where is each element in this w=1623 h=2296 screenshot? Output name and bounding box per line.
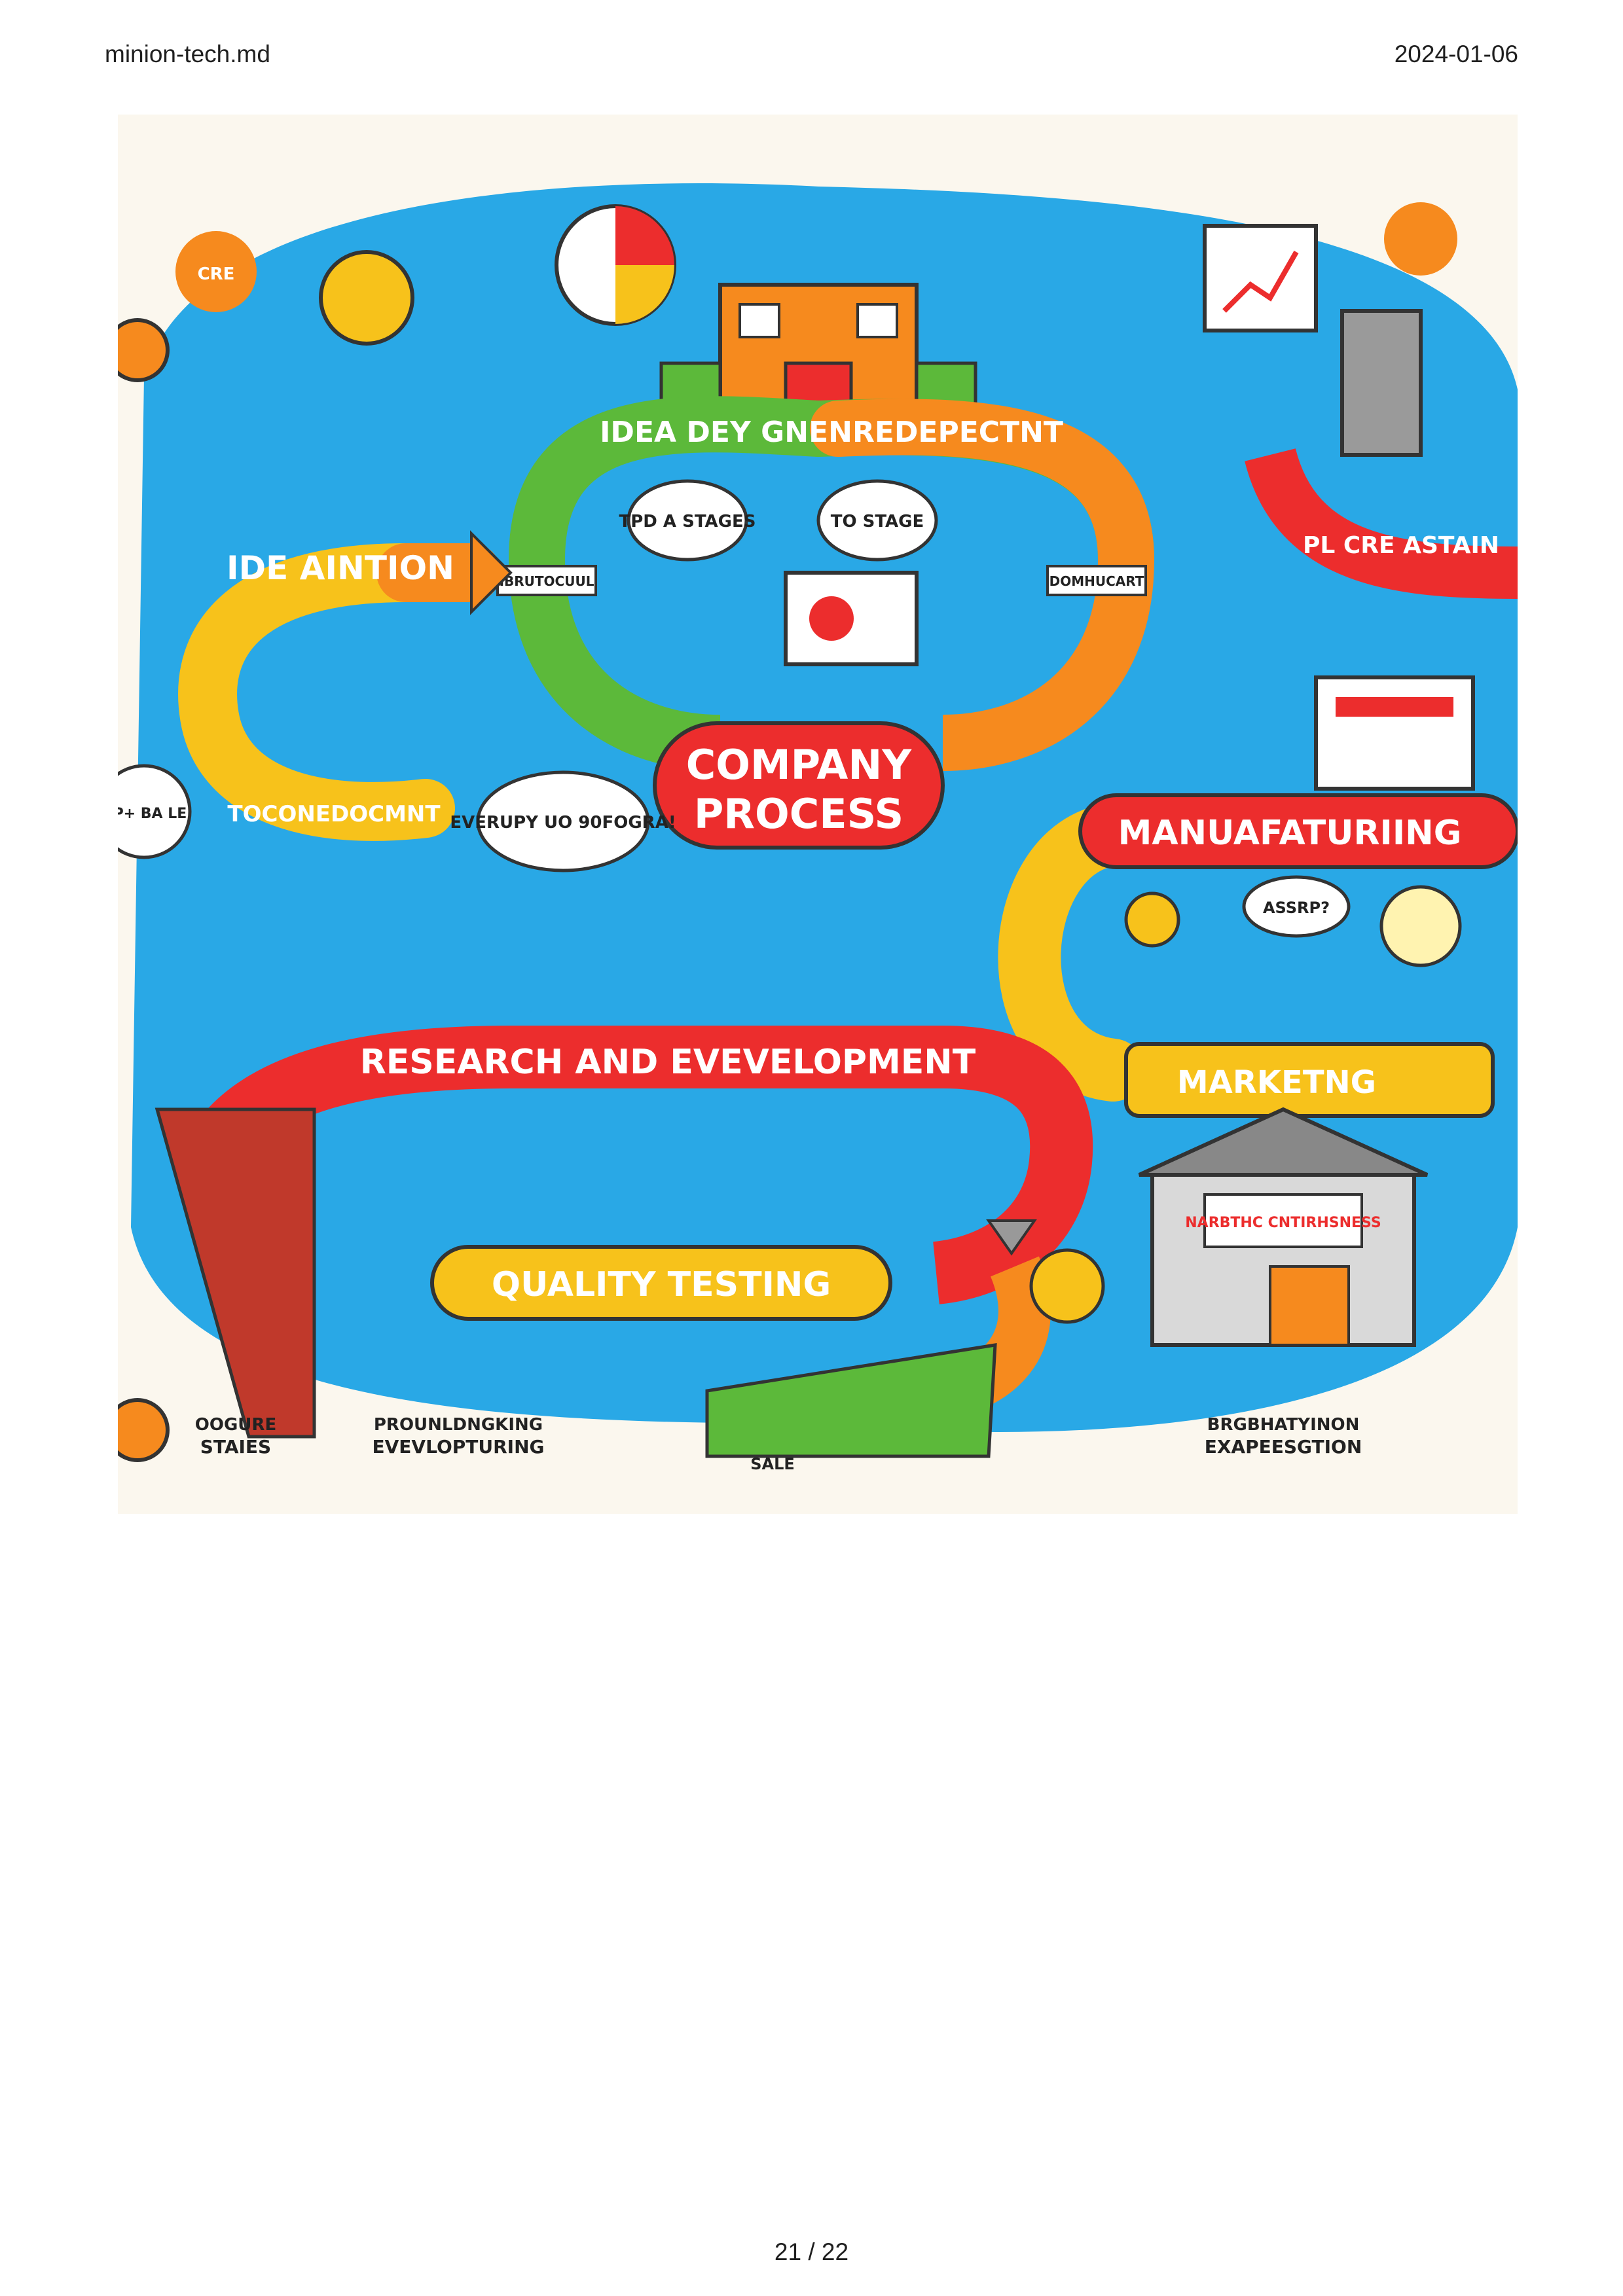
computer-monitor-icon — [1314, 675, 1475, 791]
svg-text:TO STAGE: TO STAGE — [831, 512, 924, 531]
svg-text:TPD A STAGES: TPD A STAGES — [619, 512, 756, 531]
gear-icon — [118, 1398, 170, 1462]
lightbulb-icon — [1379, 885, 1462, 967]
bottom-right-label-1: BRGBHATYINON — [1207, 1415, 1360, 1435]
gear-icon — [118, 318, 170, 382]
svg-text:DOMHUCART: DOMHUCART — [1049, 573, 1144, 589]
svg-text:EVERUPY UO 90FOGRA!: EVERUPY UO 90FOGRA! — [450, 813, 676, 833]
svg-text:MARKETNG: MARKETNG — [1177, 1064, 1376, 1101]
bottom-left-label-1: OOGURE — [195, 1415, 276, 1435]
bottom-left-label-2: STAIES — [200, 1436, 271, 1458]
svg-text:MANUAFATURIING: MANUAFATURIING — [1118, 814, 1462, 853]
svg-text:NARBTHC CNTIRHSNESS: NARBTHC CNTIRHSNESS — [1185, 1215, 1381, 1231]
quality-testing-banner: QUALITY TESTING — [430, 1245, 892, 1321]
lightbulb-icon — [319, 250, 414, 346]
svg-text:IBRUTOCUUL: IBRUTOCUUL — [500, 573, 594, 589]
bottom-mid-label-1: PROUNLDNGKING — [374, 1415, 543, 1435]
page-header-date: 2024-01-06 — [1394, 41, 1518, 67]
svg-text:UP+ BA LE: UP+ BA LE — [118, 806, 187, 822]
sun-icon — [1384, 202, 1457, 276]
manufacturing-banner: MANUAFATURIING — [1078, 793, 1518, 869]
factory-icon — [1340, 309, 1423, 457]
bottom-right-label-2: EXAPEESGTION — [1205, 1436, 1362, 1458]
page-header-filename: minion-tech.md — [105, 41, 270, 67]
chart-board-icon — [1203, 224, 1318, 332]
svg-text:PL CRE ASTAIN: PL CRE ASTAIN — [1303, 532, 1499, 559]
svg-text:CRE: CRE — [198, 264, 235, 284]
speech-bubble: ASSRP? — [1242, 875, 1351, 938]
arc-left-bottom-label: TOCONEDOCMNT — [227, 801, 441, 827]
svg-text:COMPANY: COMPANY — [686, 741, 913, 789]
lightbulb-icon — [1124, 891, 1180, 948]
bottom-mid-label-2: EVEVLOPTURING — [373, 1436, 545, 1458]
marketing-banner: MARKETNG — [1124, 1042, 1495, 1118]
speech-bubble: TO STAGE — [816, 479, 938, 562]
lightbulb-icon — [1029, 1248, 1105, 1324]
company-process-illustration: CRE IDEA DEY GNENREDEPECTNT TPD A STAGES… — [118, 115, 1518, 1514]
svg-text:PROCESS: PROCESS — [694, 790, 903, 838]
svg-text:ASSRP?: ASSRP? — [1263, 899, 1330, 917]
research-label: RESEARCH AND EVEVELOPMENT — [360, 1043, 976, 1082]
bottom-sale-label: SALE — [750, 1455, 795, 1473]
page-number: 21 / 22 — [774, 2238, 849, 2265]
svg-text:QUALITY TESTING: QUALITY TESTING — [492, 1265, 831, 1304]
company-process-badge: COMPANY PROCESS — [653, 721, 945, 850]
ideation-label: IDE AINTION — [227, 549, 454, 587]
arc-top-label: IDEA DEY GNENREDEPECTNT — [600, 416, 1063, 449]
